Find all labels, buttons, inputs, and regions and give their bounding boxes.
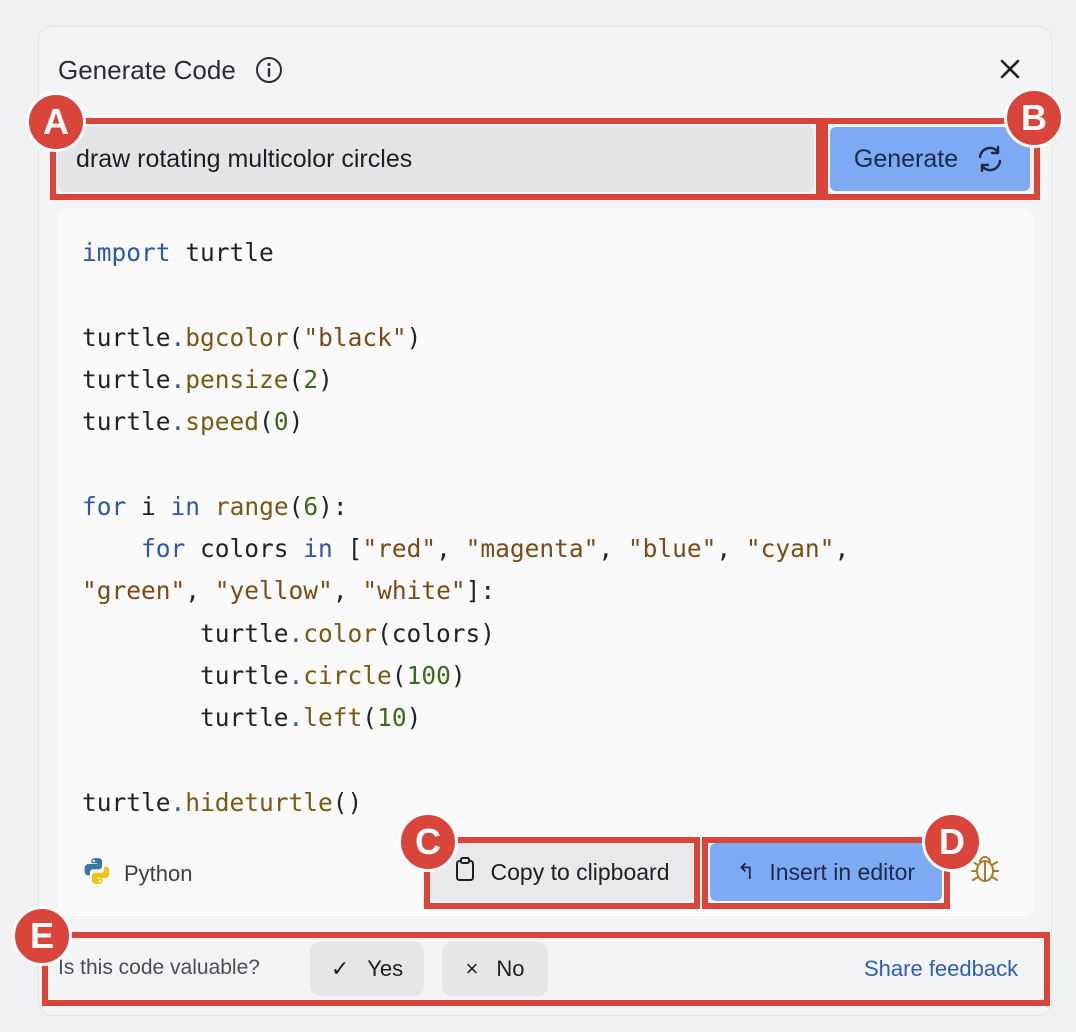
code-line: turtle.hideturtle() <box>82 782 849 824</box>
code-token: . <box>170 407 186 437</box>
code-token: ( <box>259 407 274 437</box>
code-token: turtle <box>82 618 289 648</box>
code-line: turtle.circle(100) <box>82 655 849 697</box>
code-token: "white" <box>362 576 466 606</box>
highlight-box-c <box>424 837 700 909</box>
code-token: , <box>716 534 746 564</box>
annotation-badge-e: E <box>12 906 72 966</box>
annotation-badge-d: D <box>922 812 982 872</box>
code-token: . <box>170 787 186 817</box>
code-token: () <box>332 787 363 817</box>
highlight-box-e <box>42 932 1050 1006</box>
code-token: range <box>214 491 289 521</box>
code-token: pensize <box>185 364 289 394</box>
code-token: speed <box>185 407 260 437</box>
code-token: "magenta" <box>465 534 599 564</box>
annotation-badge-c: C <box>398 812 458 872</box>
code-token: colors <box>185 534 304 564</box>
code-token: 0 <box>273 407 289 437</box>
code-line: turtle.left(10) <box>82 697 849 739</box>
code-token: , <box>185 576 215 606</box>
code-block: import turtle turtle.bgcolor("black") tur… <box>82 232 849 824</box>
language-label: Python <box>124 861 193 886</box>
code-token: ( <box>391 660 407 690</box>
annotation-badge-b: B <box>1004 88 1064 148</box>
code-token: , <box>598 534 628 564</box>
code-token: . <box>288 703 304 733</box>
code-token: turtle <box>82 407 171 437</box>
code-token: color <box>303 618 378 648</box>
annotation-badge-a: A <box>26 92 86 152</box>
code-token: . <box>170 364 186 394</box>
language-indicator: Python <box>82 856 193 892</box>
code-token: for <box>82 491 127 521</box>
code-line: for i in range(6): <box>82 486 849 528</box>
highlight-box-d <box>702 837 950 909</box>
code-token: , <box>436 534 466 564</box>
code-token: . <box>288 618 304 648</box>
code-token: ( <box>362 703 378 733</box>
code-token: bgcolor <box>185 322 289 352</box>
code-token: "black" <box>303 322 407 352</box>
code-token: i <box>126 491 171 521</box>
info-icon[interactable] <box>254 55 284 85</box>
code-token: 6 <box>303 491 319 521</box>
code-token: left <box>303 703 363 733</box>
code-token: import <box>82 238 171 267</box>
code-token: ]: <box>465 576 496 606</box>
code-token: [ <box>332 534 363 564</box>
dialog-header: Generate Code <box>58 52 284 88</box>
code-token: turtle <box>82 787 171 817</box>
code-token: in <box>170 491 201 521</box>
code-line: turtle.speed(0) <box>82 401 849 443</box>
code-line: turtle.pensize(2) <box>82 359 849 401</box>
code-token: hideturtle <box>185 787 333 817</box>
code-token: for <box>141 534 186 564</box>
code-token: "yellow" <box>214 576 333 606</box>
code-token: ) <box>406 703 422 733</box>
code-token: ): <box>318 491 348 521</box>
code-token: ( <box>288 491 304 521</box>
code-token: . <box>288 660 304 690</box>
code-token: ) <box>406 322 422 352</box>
code-token: ( <box>288 364 304 394</box>
code-line: "green", "yellow", "white"]: <box>82 570 849 612</box>
code-preview: import turtle turtle.bgcolor("black") tur… <box>58 208 1034 916</box>
close-icon[interactable] <box>995 54 1025 84</box>
code-token: turtle <box>82 322 171 352</box>
code-token: ) <box>450 660 466 690</box>
code-token: 10 <box>377 703 407 733</box>
code-token: ) <box>318 364 333 394</box>
code-token: . <box>170 322 186 352</box>
code-token: "red" <box>362 534 437 564</box>
code-token: "blue" <box>627 534 717 564</box>
code-token: in <box>303 534 333 564</box>
code-token: circle <box>303 660 392 690</box>
code-token: ) <box>288 407 304 437</box>
code-line: turtle.bgcolor("black") <box>82 317 849 359</box>
python-icon <box>82 856 112 892</box>
code-token: (colors) <box>377 618 496 648</box>
code-token: turtle <box>82 660 289 690</box>
code-token: turtle <box>82 703 289 733</box>
code-token: , <box>332 576 363 606</box>
code-token: ( <box>288 322 304 352</box>
code-token: 100 <box>406 660 451 690</box>
code-line: turtle.color(colors) <box>82 613 849 655</box>
dialog-title: Generate Code <box>58 54 236 85</box>
code-line: import turtle <box>82 232 849 274</box>
code-token: turtle <box>82 364 171 394</box>
code-token: "green" <box>82 576 186 606</box>
highlight-box-a <box>50 118 822 200</box>
code-token: , <box>834 534 850 564</box>
code-token: "cyan" <box>745 534 835 564</box>
code-token: turtle <box>170 238 274 267</box>
code-token: 2 <box>303 364 319 394</box>
code-line: for colors in ["red", "magenta", "blue",… <box>82 528 849 570</box>
